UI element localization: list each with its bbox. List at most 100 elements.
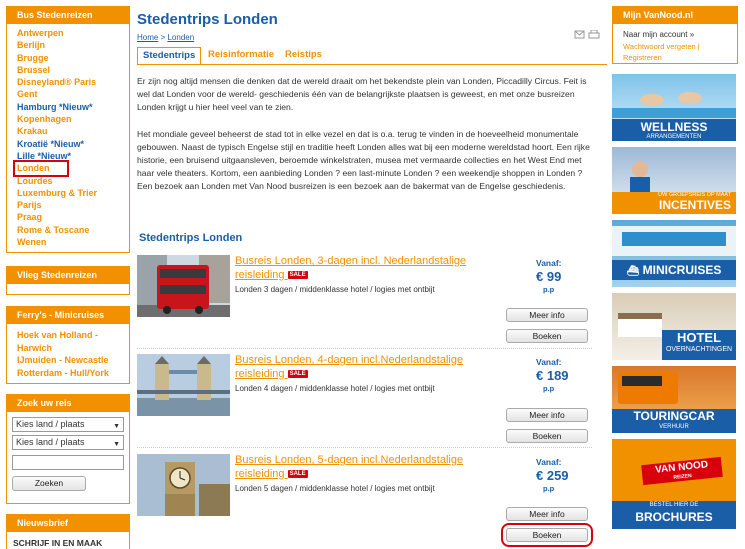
city-link-4[interactable]: Disneyland® Paris [17,76,119,88]
wellness-banner[interactable]: WELLNESS ARRANGEMENTEN [612,74,736,141]
price-per-person: p.p [543,384,555,393]
city-link-12[interactable]: Lourdes [17,175,119,187]
minicruises-caption: ⛴ MINICRUISES [612,260,736,280]
city-link-2[interactable]: Brugge [17,52,119,64]
bridge-tower-left [155,364,169,400]
ferry-link-1[interactable]: IJmuiden - Newcastle [17,354,119,367]
bus-stedenreizen-title: Bus Stedenreizen [7,7,129,24]
print-icon-paper [590,29,598,34]
trip-title-link[interactable]: Busreis Londen, 4-dagen incl.Nederlandst… [235,354,485,381]
trip-title-text: Busreis Londen, 4-dagen incl.Nederlandst… [235,354,464,380]
trip-title-link[interactable]: Busreis Londen, 3-dagen incl. Nederlands… [235,255,485,282]
boeken-button[interactable]: Boeken [506,429,588,443]
ferry-box: Ferry's - Minicruises Hoek van Holland -… [6,306,130,384]
wellness-title: WELLNESS [640,120,708,134]
price-per-person: p.p [543,285,555,294]
van-nood-logo: VAN NOOD REIZEN [641,456,723,486]
breadcrumb-current-link[interactable]: Londen [167,33,194,42]
meer-info-button[interactable]: Meer info [506,408,588,422]
trip-image-tower-bridge[interactable] [137,354,230,416]
trip-image-big-ben[interactable] [137,454,230,516]
city-link-9[interactable]: Kroatië *Nieuw* [17,138,119,150]
search-input[interactable] [12,455,124,470]
register-link[interactable]: Registreren [623,53,662,62]
account-title: Mijn VanNood.nl [613,7,737,24]
intro-paragraph-2: Het mondiale geveel beheerst de stad tot… [137,128,590,192]
city-link-15[interactable]: Praag [17,211,119,223]
city-link-14[interactable]: Parijs [17,199,119,211]
trip-title-text: Busreis Londen, 5-dagen incl.Nederlandst… [235,454,464,480]
city-link-17[interactable]: Wenen [17,236,119,248]
brochures-banner[interactable]: VAN NOOD REIZEN BESTEL HIER DE BROCHURES [612,439,736,529]
bus-stedenreizen-box: Bus Stedenreizen Antwerpen Berlijn Brugge B… [6,6,130,253]
city-link-16[interactable]: Rome & Toscane [17,224,119,236]
incentives-caption: UW GROEPSREIS OP MAAT INCENTIVES [612,192,736,214]
page-title: Stedentrips Londen [137,11,278,28]
price-from-label: Vanaf: [536,457,562,467]
city-link-10[interactable]: Lille *Nieuw* [17,150,119,162]
search-button[interactable]: Zoeken [12,476,86,491]
newsletter-title: Nieuwsbrief [7,515,129,532]
city-link-0[interactable]: Antwerpen [17,27,119,39]
left-sidebar: Bus Stedenreizen Antwerpen Berlijn Brugge B… [6,6,130,549]
page-tools-icons [574,29,600,39]
ferry-link-0[interactable]: Hoek van Holland - Harwich [17,329,119,354]
tab-reistips[interactable]: Reistips [285,47,322,65]
ferry-title: Ferry's - Minicruises [7,307,129,324]
minicruises-banner[interactable]: ⛴ MINICRUISES [612,220,736,287]
trip-price: € 259 [536,468,569,483]
boeken-button[interactable]: Boeken [501,523,593,547]
breadcrumb: Home > Londen [137,33,607,42]
tower-bridge-image [137,354,230,416]
trip-price: € 99 [536,269,562,284]
bus-wheel-front [163,306,171,314]
trip-divider [137,348,592,349]
touringcar-banner[interactable]: TOURINGCAR VERHUUR [612,366,736,433]
wellness-caption: WELLNESS ARRANGEMENTEN [612,119,736,141]
vlieg-stedenreizen-title[interactable]: Vlieg Stedenreizen [7,267,129,284]
hotel-title: HOTEL [676,330,722,345]
touringcar-sub: VERHUUR [659,424,689,430]
trip-title-link[interactable]: Busreis Londen, 5-dagen incl.Nederlandst… [235,454,485,481]
city-link-8[interactable]: Krakau [17,125,119,137]
account-link[interactable]: Naar mijn account » [623,30,727,39]
bus-lower-windows [160,285,206,294]
red-double-decker-bus-image [137,255,230,317]
intro-paragraph-1: Er zijn nog altijd mensen die denken dat… [137,76,587,113]
touringcar-caption: TOURINGCAR VERHUUR [612,409,736,433]
city-link-7[interactable]: Kopenhagen [17,113,119,125]
boeken-button[interactable]: Boeken [506,329,588,343]
bus-wheel-rear [195,306,203,314]
incentives-banner[interactable]: UW GROEPSREIS OP MAAT INCENTIVES [612,147,736,214]
city-link-11[interactable]: Londen [13,160,69,177]
trips-heading: Stedentrips Londen [139,232,243,244]
city-link-5[interactable]: Gent [17,88,119,100]
city-link-1[interactable]: Berlijn [17,39,119,51]
email-icon-flap [574,30,585,36]
bridge-river [137,398,230,416]
meer-info-button[interactable]: Meer info [506,507,588,521]
country-select-2[interactable]: Kies land / plaats ▼ [12,435,124,450]
chevron-down-icon: ▼ [113,441,120,448]
hotel-banner[interactable]: HOTEL OVERNACHTINGEN [612,293,736,360]
forgot-password-link[interactable]: Wachtwoord vergeten [623,42,696,51]
meer-info-button[interactable]: Meer info [506,308,588,322]
hotel-bed [618,319,662,337]
country-select-1[interactable]: Kies land / plaats ▼ [12,417,124,432]
hotel-headboard [618,313,662,319]
brochures-sub: BESTEL HIER DE [649,502,699,508]
tab-reisinformatie[interactable]: Reisinformatie [208,47,274,65]
wellness-figure-1 [640,94,664,106]
city-link-13[interactable]: Luxemburg & Trier [17,187,119,199]
account-box: Mijn VanNood.nl Naar mijn account » Wach… [612,6,738,64]
city-link-3[interactable]: Brussel [17,64,119,76]
touringcar-title: TOURINGCAR [633,409,715,423]
tab-stedentrips[interactable]: Stedentrips [137,47,202,65]
trip-image-bus[interactable] [137,255,230,317]
newsletter-text: SCHRIJF IN EN MAAK KANS: [13,538,103,549]
city-link-6[interactable]: Hamburg *Nieuw* [17,101,119,113]
ferry-link-2[interactable]: Rotterdam - Hull/York [17,367,119,380]
minicruises-ship-pool [622,232,726,246]
hotel-caption: HOTEL OVERNACHTINGEN [662,330,736,360]
breadcrumb-home-link[interactable]: Home [137,33,158,42]
